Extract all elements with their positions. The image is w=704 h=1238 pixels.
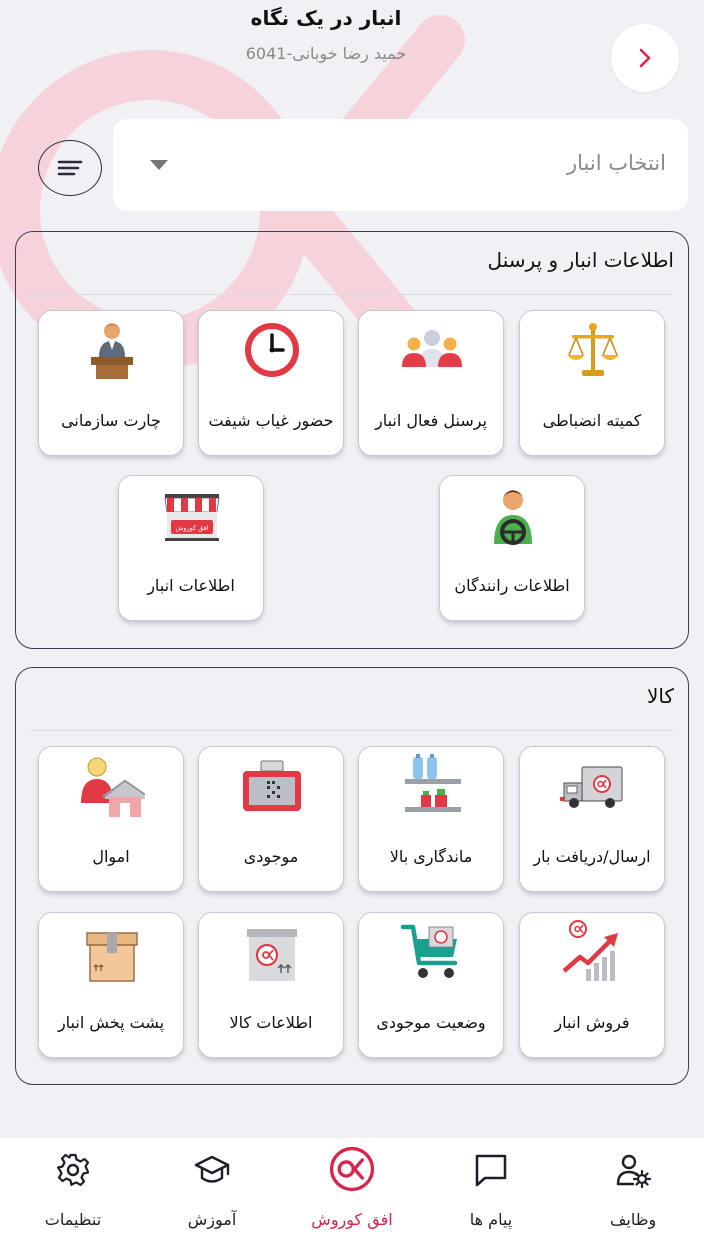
nav-label: افق کوروش: [311, 1210, 393, 1229]
chevron-right-icon: [639, 48, 651, 68]
clock-icon: [245, 323, 299, 377]
divider: [30, 730, 674, 731]
card-label: ارسال/دریافت بار: [533, 847, 651, 866]
nav-label: تنظیمات: [44, 1210, 102, 1229]
card-shift-attendance[interactable]: حضور غیاب شیفت: [198, 310, 344, 456]
card-label: ماندگاری بالا: [389, 847, 473, 866]
card-inventory[interactable]: موجودی: [198, 746, 344, 892]
card-label: اطلاعات رانندگان: [454, 576, 570, 595]
card-org-chart[interactable]: چارت سازمانی: [38, 310, 184, 456]
card-label: پرسنل فعال انبار: [375, 411, 487, 430]
people-group-icon: [402, 330, 462, 367]
nav-ofogh[interactable]: افق کوروش: [297, 1138, 407, 1238]
parcel-box-icon: [86, 932, 138, 982]
nav-training[interactable]: آموزش: [157, 1138, 267, 1238]
card-label: فروش انبار: [554, 1013, 630, 1032]
shopping-cart-icon: [400, 924, 458, 978]
warehouse-select-placeholder: انتخاب انبار: [567, 151, 666, 175]
card-active-personnel[interactable]: پرسنل فعال انبار: [358, 310, 504, 456]
cash-register-icon: [243, 760, 301, 811]
card-label: موجودی: [243, 847, 299, 866]
section-title: کالا: [646, 684, 674, 708]
section-title: اطلاعات انبار و پرسنل: [487, 248, 674, 272]
card-label: اطلاعات کالا: [229, 1013, 313, 1032]
store-badge-text: افق کوروش: [175, 524, 208, 532]
card-label: چارت سازمانی: [61, 411, 161, 430]
shelf-bottles-icon: [405, 754, 461, 812]
back-button[interactable]: [611, 24, 679, 92]
driver-icon: [494, 490, 532, 545]
nav-messages[interactable]: پیام ها: [436, 1138, 546, 1238]
nav-settings[interactable]: تنظیمات: [18, 1138, 128, 1238]
scales-of-justice-icon: [567, 323, 619, 376]
card-inventory-status[interactable]: وضعیت موجودی: [358, 912, 504, 1058]
speaker-podium-icon: [91, 323, 133, 379]
card-assets[interactable]: اموال: [38, 746, 184, 892]
card-drivers-info[interactable]: اطلاعات رانندگان: [439, 475, 585, 621]
nav-label: پیام ها: [469, 1210, 513, 1229]
nav-label: وظایف: [609, 1210, 657, 1229]
card-label: وضعیت موجودی: [376, 1013, 486, 1032]
user-gear-icon: [616, 1154, 651, 1188]
card-warehouse-sales[interactable]: فروش انبار: [519, 912, 665, 1058]
page-title: انبار در یک نگاه: [250, 6, 402, 30]
caret-down-icon: [150, 160, 168, 170]
menu-lines-icon: [57, 160, 83, 176]
store-awning-icon: افق کوروش: [164, 494, 220, 541]
card-high-shelf-life[interactable]: ماندگاری بالا: [358, 746, 504, 892]
warehouse-select[interactable]: انتخاب انبار: [113, 119, 688, 211]
graduation-cap-icon: [194, 1155, 230, 1183]
ofogh-logo-icon: [329, 1146, 375, 1192]
card-shipping-receiving[interactable]: ارسال/دریافت بار: [519, 746, 665, 892]
divider: [30, 294, 674, 295]
delivery-truck-icon: [560, 766, 623, 808]
card-label: پشت پخش انبار: [57, 1013, 165, 1032]
header: انبار در یک نگاه حمید رضا خوبانی-6041: [0, 0, 704, 110]
filter-button[interactable]: [38, 140, 102, 196]
settings-gear-icon: [56, 1153, 90, 1187]
card-label: اطلاعات انبار: [147, 576, 235, 595]
card-label: کمیته انضباطی: [542, 411, 642, 430]
sales-growth-chart-icon: [562, 920, 618, 981]
product-box-icon: [247, 929, 297, 981]
card-disciplinary-committee[interactable]: کمیته انضباطی: [519, 310, 665, 456]
user-subtitle: حمید رضا خوبانی-6041: [245, 44, 407, 63]
nav-label: آموزش: [187, 1210, 237, 1229]
nav-tasks[interactable]: وظایف: [578, 1138, 688, 1238]
card-label: حضور غیاب شیفت: [208, 411, 334, 430]
bottom-nav: وظایف پیام ها افق کوروش آموزش تنظیمات: [0, 1138, 704, 1238]
card-product-info[interactable]: اطلاعات کالا: [198, 912, 344, 1058]
message-icon: [475, 1154, 507, 1187]
card-label: اموال: [92, 847, 130, 866]
person-house-icon: [81, 757, 145, 817]
card-warehouse-backup[interactable]: پشت پخش انبار: [38, 912, 184, 1058]
card-warehouse-info[interactable]: افق کوروش اطلاعات انبار: [118, 475, 264, 621]
